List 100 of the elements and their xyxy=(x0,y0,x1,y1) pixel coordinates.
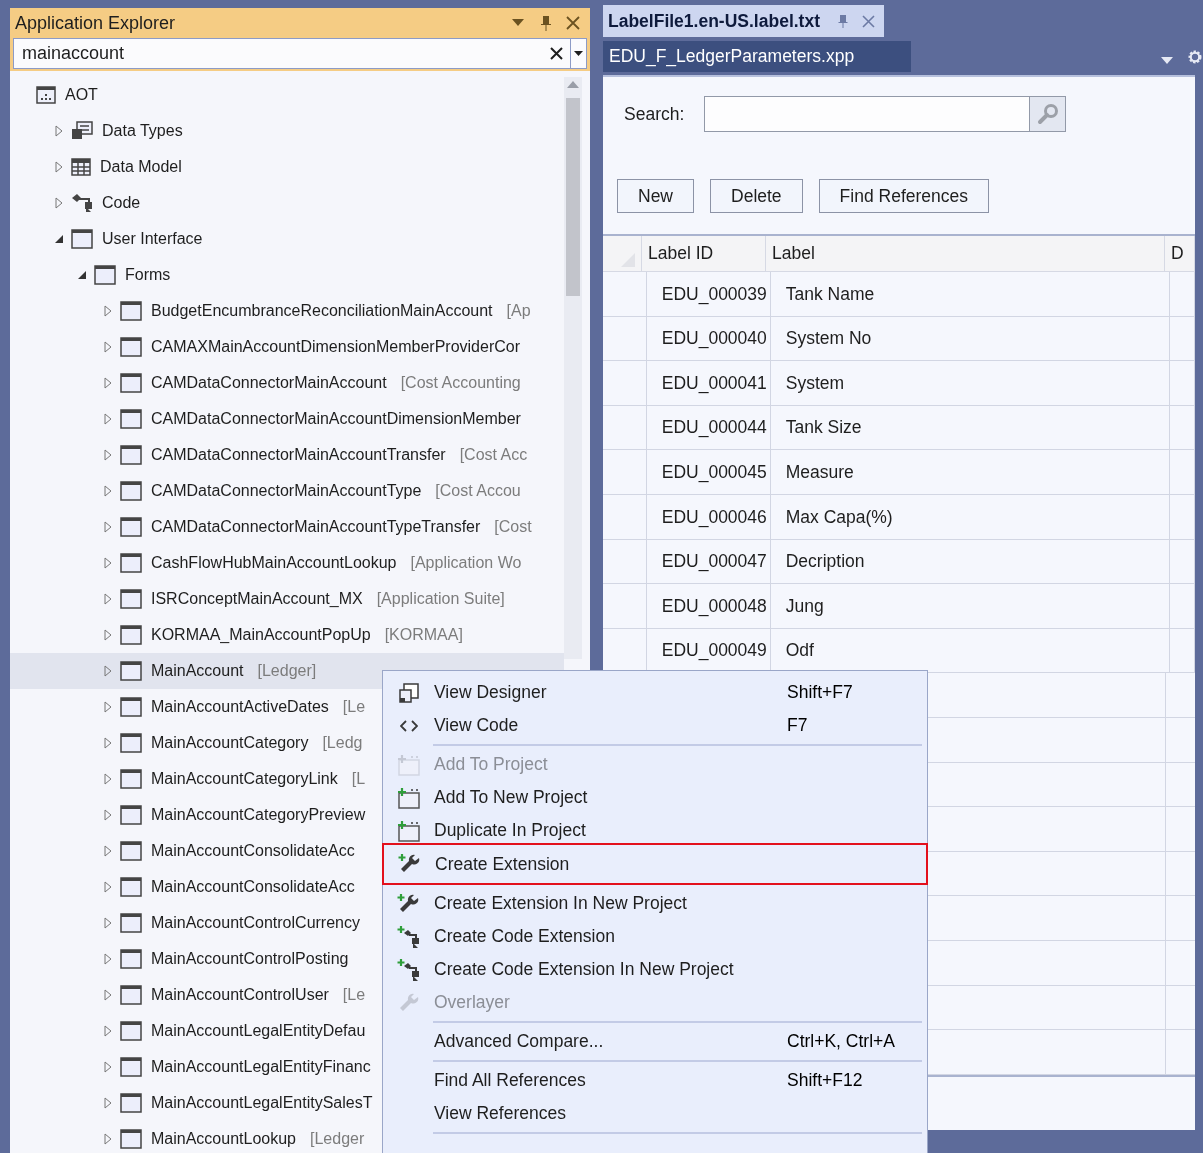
collapsed-arrow-icon[interactable] xyxy=(104,809,112,821)
column-header[interactable]: Label xyxy=(766,236,1165,271)
menu-item[interactable]: Create Code Extension xyxy=(383,920,927,953)
collapsed-arrow-icon[interactable] xyxy=(104,485,112,497)
collapsed-arrow-icon[interactable] xyxy=(104,449,112,461)
toolbar-button[interactable]: New xyxy=(617,179,694,213)
collapsed-arrow-icon[interactable] xyxy=(55,197,63,209)
table-cell: EDU_000048 xyxy=(646,584,771,628)
collapsed-arrow-icon[interactable] xyxy=(104,665,112,677)
collapsed-arrow-icon[interactable] xyxy=(104,305,112,317)
toolbar-button[interactable]: Find References xyxy=(818,179,989,213)
data-types-icon xyxy=(71,121,93,141)
window-icon xyxy=(120,697,142,717)
expanded-arrow-icon[interactable] xyxy=(54,234,64,244)
window-icon xyxy=(120,301,142,321)
table-cell: EDU_000046 xyxy=(646,494,771,539)
settings-icon[interactable] xyxy=(1187,48,1203,65)
close-icon[interactable] xyxy=(566,16,580,30)
tree-item[interactable]: Forms xyxy=(10,257,564,293)
tree-item[interactable]: CAMDataConnectorMainAccountTypeTransfer [Cost xyxy=(10,509,564,545)
tree-item[interactable]: ISRConceptMainAccount_MX [Application Suite] xyxy=(10,581,564,617)
tree-item[interactable]: CashFlowHubMainAccountLookup [Application Wo xyxy=(10,545,564,581)
window-icon xyxy=(94,265,116,285)
collapsed-arrow-icon[interactable] xyxy=(55,161,63,173)
tree-item-label: CAMDataConnectorMainAccount xyxy=(151,373,387,393)
column-header[interactable]: D xyxy=(1165,236,1195,271)
collapsed-arrow-icon[interactable] xyxy=(104,989,112,1001)
window-icon xyxy=(120,409,142,429)
tree-item[interactable]: Data Types xyxy=(10,113,564,149)
shortcut-text: F7 xyxy=(787,714,808,738)
collapsed-arrow-icon[interactable] xyxy=(55,125,63,137)
expanded-arrow-icon[interactable] xyxy=(77,270,87,280)
collapsed-arrow-icon[interactable] xyxy=(104,1097,112,1109)
table-cell: Tank Name xyxy=(770,272,1170,316)
add-wrench-icon xyxy=(396,892,421,915)
collapsed-arrow-icon[interactable] xyxy=(104,701,112,713)
shortcut-text: Ctrl+K, Ctrl+A xyxy=(787,1030,895,1054)
window-icon xyxy=(120,337,142,357)
table-cell: System xyxy=(770,361,1170,405)
window-icon xyxy=(120,805,142,825)
tree-item[interactable]: CAMDataConnectorMainAccountDimensionMember xyxy=(10,401,564,437)
window-icon xyxy=(120,1129,142,1149)
collapsed-arrow-icon[interactable] xyxy=(104,341,112,353)
document-tab[interactable]: LabelFile1.en-US.label.txt xyxy=(603,5,884,37)
collapsed-arrow-icon[interactable] xyxy=(104,377,112,389)
tree-item[interactable]: KORMAA_MainAccountPopUp [KORMAA] xyxy=(10,617,564,653)
scroll-up-arrow-icon[interactable] xyxy=(567,81,579,88)
collapsed-arrow-icon[interactable] xyxy=(104,737,112,749)
tree-item[interactable]: Data Model xyxy=(10,149,564,185)
collapsed-arrow-icon[interactable] xyxy=(104,593,112,605)
label-search-field[interactable] xyxy=(704,96,1030,132)
menu-item[interactable]: View Code F7 xyxy=(383,709,927,742)
pin-icon[interactable] xyxy=(540,15,552,31)
module-label: [Application Wo xyxy=(410,553,522,573)
module-label: [Cost Acc xyxy=(459,445,528,465)
collapsed-arrow-icon[interactable] xyxy=(104,1133,112,1145)
tree-item[interactable]: CAMDataConnectorMainAccountType [Cost Accou xyxy=(10,473,564,509)
module-label: [KORMAA] xyxy=(384,625,463,645)
tree-item[interactable]: CAMDataConnectorMainAccountTransfer [Cost Acc xyxy=(10,437,564,473)
tree-item[interactable]: CAMDataConnectorMainAccount [Cost Accounting xyxy=(10,365,564,401)
window-icon xyxy=(120,985,142,1005)
scrollbar[interactable] xyxy=(564,77,582,659)
collapsed-arrow-icon[interactable] xyxy=(104,917,112,929)
tree-item[interactable]: BudgetEncumbranceReconciliationMainAccount [Ap xyxy=(10,293,564,329)
toolbar-button[interactable]: Delete xyxy=(710,179,803,213)
table-cell: Tank Size xyxy=(770,405,1170,450)
menu-item[interactable]: Add To New Project xyxy=(383,781,927,814)
window-icon xyxy=(120,589,142,609)
collapsed-arrow-icon[interactable] xyxy=(104,881,112,893)
tree-item-label: MainAccountControlUser xyxy=(151,985,329,1005)
collapsed-arrow-icon[interactable] xyxy=(104,629,112,641)
clear-icon[interactable] xyxy=(550,47,563,60)
close-icon[interactable] xyxy=(862,14,875,28)
search-field[interactable]: mainaccount xyxy=(13,38,587,69)
window-icon xyxy=(120,553,142,573)
menu-item[interactable]: Create Code Extension In New Project xyxy=(383,953,927,986)
collapsed-arrow-icon[interactable] xyxy=(104,557,112,569)
collapsed-arrow-icon[interactable] xyxy=(104,413,112,425)
tree-item[interactable]: AOT xyxy=(10,77,564,113)
collapsed-arrow-icon[interactable] xyxy=(104,845,112,857)
collapsed-arrow-icon[interactable] xyxy=(104,521,112,533)
menu-item[interactable]: Create Extension xyxy=(382,843,928,885)
column-header[interactable]: Label ID xyxy=(642,236,766,271)
window-icon xyxy=(120,517,142,537)
menu-item[interactable]: Create Extension In New Project xyxy=(383,887,927,920)
document-tab[interactable]: EDU_F_LedgerParameters.xpp xyxy=(603,41,911,72)
tree-item[interactable]: Code xyxy=(10,185,564,221)
tree-item[interactable]: CAMAXMainAccountDimensionMemberProviderCor xyxy=(10,329,564,365)
menu-item[interactable]: Find All References Shift+F12 xyxy=(383,1064,927,1097)
collapsed-arrow-icon[interactable] xyxy=(104,773,112,785)
pin-icon[interactable] xyxy=(838,14,848,28)
menu-item[interactable]: Advanced Compare... Ctrl+K, Ctrl+A xyxy=(383,1025,927,1058)
search-button[interactable] xyxy=(1030,96,1066,132)
collapsed-arrow-icon[interactable] xyxy=(104,1025,112,1037)
dropdown-icon[interactable] xyxy=(574,51,583,56)
table-cell: EDU_000039 xyxy=(646,272,771,316)
collapsed-arrow-icon[interactable] xyxy=(104,953,112,965)
collapsed-arrow-icon[interactable] xyxy=(104,1061,112,1073)
code-blocks-icon xyxy=(71,193,93,213)
tree-item[interactable]: User Interface xyxy=(10,221,564,257)
